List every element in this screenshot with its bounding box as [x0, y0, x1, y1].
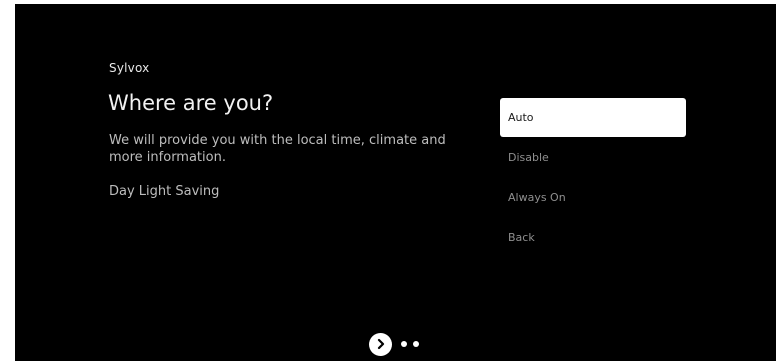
- page-description: We will provide you with the local time,…: [109, 133, 446, 165]
- brand-logo: Sylvox: [109, 61, 150, 75]
- option-label: Disable: [508, 151, 549, 164]
- option-label: Auto: [508, 111, 534, 124]
- option-disable[interactable]: Disable: [500, 138, 686, 177]
- option-auto[interactable]: Auto: [500, 98, 686, 137]
- tv-setup-screen: Sylvox Where are you? We will provide yo…: [15, 4, 776, 361]
- option-back[interactable]: Back: [500, 218, 686, 257]
- page-dot: [413, 341, 419, 347]
- setting-label: Day Light Saving: [109, 184, 220, 199]
- option-label: Always On: [508, 191, 566, 204]
- options-list: Auto Disable Always On Back: [500, 98, 686, 258]
- next-button[interactable]: [369, 332, 392, 356]
- chevron-right-icon: [377, 338, 384, 350]
- option-always-on[interactable]: Always On: [500, 178, 686, 217]
- option-label: Back: [508, 231, 535, 244]
- page-title: Where are you?: [108, 91, 274, 115]
- pager: [369, 332, 419, 356]
- page-dot: [401, 341, 407, 347]
